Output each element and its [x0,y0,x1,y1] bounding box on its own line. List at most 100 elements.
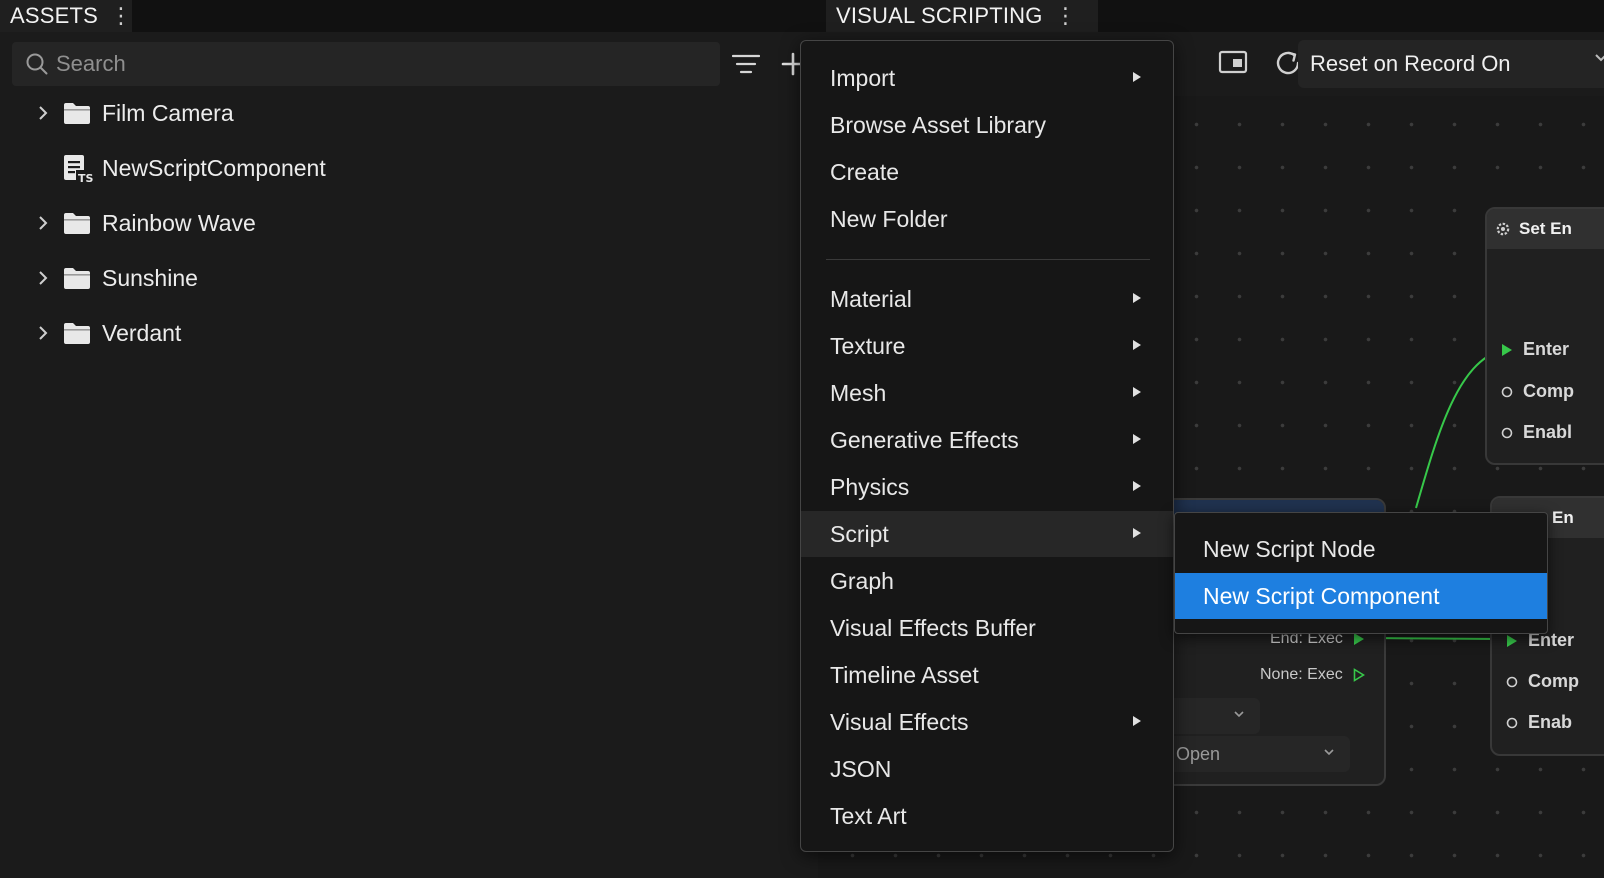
asset-label: NewScriptComponent [102,154,326,181]
asset-label: Rainbow Wave [102,209,256,236]
menu-item-import[interactable]: Import [801,55,1173,101]
exec-output-none[interactable]: None: Exec [1260,666,1365,684]
menu-item-generative-effects[interactable]: Generative Effects [801,417,1173,463]
submenu-arrow-icon [1133,434,1141,444]
asset-row-film-camera[interactable]: Film Camera [0,88,800,138]
menu-item-script[interactable]: Script [801,511,1173,557]
search-input[interactable]: Search [12,42,720,86]
search-icon [26,53,48,75]
folder-icon [64,323,90,344]
filter-icon [732,54,760,74]
menu-item-graph[interactable]: Graph [801,558,1173,604]
menu-item-visual-effects-buffer[interactable]: Visual Effects Buffer [801,605,1173,651]
node-title: Set En [1519,219,1572,238]
exec-output-label: None: Exec [1260,666,1343,683]
menu-item-label: Mesh [830,379,887,406]
menu-item-label: Import [830,64,896,91]
more-options-icon[interactable]: ⋮ [110,5,132,27]
pin-label: Enter [1523,339,1570,359]
reset-mode-select[interactable]: Reset on Record On [1298,40,1604,88]
pin-label: Comp [1528,671,1579,691]
menu-item-material[interactable]: Material [801,276,1173,322]
set-enabled-node[interactable]: Set En Enter Comp Enabl [1485,207,1604,465]
menu-item-create[interactable]: Create [801,149,1173,195]
tab-visual-scripting[interactable]: VISUAL SCRIPTING ⋮ [826,0,1098,32]
gear-icon [1496,222,1510,236]
node-header[interactable]: Set En [1487,209,1604,249]
menu-item-label: Timeline Asset [830,661,979,688]
search-placeholder: Search [56,51,126,76]
menu-item-new-folder[interactable]: New Folder [801,196,1173,242]
menu-item-browse-asset-library[interactable]: Browse Asset Library [801,102,1173,148]
node-state-value: Open [1176,743,1221,764]
asset-row-verdant[interactable]: Verdant [0,308,800,358]
submenu-arrow-icon [1133,72,1141,82]
submenu-item-new-script-node[interactable]: New Script Node [1175,526,1547,572]
menu-item-timeline-asset[interactable]: Timeline Asset [801,652,1173,698]
menu-item-mesh[interactable]: Mesh [801,370,1173,416]
node-pin-enter[interactable]: Enter [1501,339,1569,360]
menu-item-label: Material [830,285,912,312]
chevron-down-icon [1324,749,1334,756]
menu-item-label: Physics [830,473,910,500]
node-pin-enabled[interactable]: Enabl [1501,422,1572,443]
menu-item-text-art[interactable]: Text Art [801,793,1173,839]
tab-visual-scripting-label: VISUAL SCRIPTING [836,3,1043,28]
asset-row-sunshine[interactable]: Sunshine [0,253,800,303]
node-pin-comp[interactable]: Comp [1501,381,1574,402]
chevron-down-icon [1595,54,1604,62]
exec-pin-icon [1507,634,1517,647]
submenu-arrow-icon [1133,293,1141,303]
chevron-right-icon[interactable] [37,270,49,286]
filter-button[interactable] [728,46,764,82]
typescript-file-icon: TS [64,155,93,184]
chevron-right-icon[interactable] [37,105,49,121]
menu-item-label: Generative Effects [830,426,1019,453]
menu-item-label: Browse Asset Library [830,111,1047,138]
menu-item-visual-effects[interactable]: Visual Effects [801,699,1173,745]
panel-layout-icon[interactable] [1218,49,1248,75]
data-pin-icon [1506,717,1518,728]
menu-item-label: Graph [830,567,894,594]
submenu-arrow-icon [1133,528,1141,538]
data-pin-icon [1506,676,1518,687]
menu-separator [826,259,1150,260]
menu-item-label: Create [830,158,900,185]
menu-item-label: Script [830,520,889,547]
asset-label: Film Camera [102,99,234,126]
submenu-arrow-icon [1133,716,1141,726]
folder-icon [64,213,90,234]
pin-label: Enab [1528,712,1573,732]
tab-assets-label: ASSETS [10,3,99,28]
folder-icon [64,268,90,289]
submenu-item-new-script-component[interactable]: New Script Component [1175,573,1547,619]
pin-label: Comp [1523,381,1574,401]
more-options-icon[interactable]: ⋮ [1055,5,1077,27]
asset-row-rainbow-wave[interactable]: Rainbow Wave [0,198,800,248]
chevron-right-icon[interactable] [37,325,49,341]
menu-item-label: New Folder [830,205,948,232]
reset-mode-value: Reset on Record On [1310,51,1511,76]
chevron-right-icon[interactable] [37,215,49,231]
exec-pin-icon [1502,343,1512,356]
asset-label: Sunshine [102,264,198,291]
svg-text:TS: TS [78,172,93,184]
asset-context-menu: Import Browse Asset Library Create New F… [800,40,1174,852]
asset-row-newscriptcomponent[interactable]: TS NewScriptComponent [0,143,800,193]
script-submenu: New Script Node New Script Component [1174,512,1548,634]
node-title: En [1552,508,1574,527]
data-pin-icon [1501,386,1513,397]
submenu-item-label: New Script Component [1203,582,1440,609]
menu-item-texture[interactable]: Texture [801,323,1173,369]
menu-item-physics[interactable]: Physics [801,464,1173,510]
menu-item-json[interactable]: JSON [801,746,1173,792]
submenu-arrow-icon [1133,481,1141,491]
pin-label: Enabl [1523,422,1573,442]
node-pin-enabled[interactable]: Enab [1506,712,1572,733]
asset-label: Verdant [102,319,182,346]
exec-pin-outline-icon [1353,668,1365,682]
tab-assets[interactable]: ASSETS ⋮ [0,0,132,32]
node-pin-comp[interactable]: Comp [1506,671,1579,692]
submenu-item-label: New Script Node [1203,535,1376,562]
menu-item-label: Text Art [830,802,907,829]
